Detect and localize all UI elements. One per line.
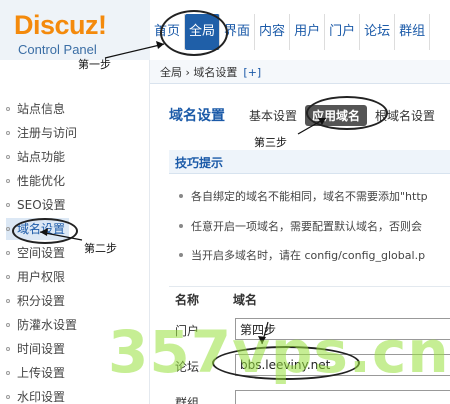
- column-name: 名称: [175, 293, 200, 307]
- bullet-icon: [6, 250, 10, 255]
- column-domain: 域名: [233, 293, 258, 307]
- sidebar-item-upload[interactable]: 上传设置: [6, 362, 65, 384]
- tip-item: 任意开启一项域名，需要配置默认域名，否则会: [179, 218, 422, 234]
- tip-item: 各自绑定的域名不能相同，域名不需要添加"http: [179, 188, 428, 204]
- sidebar-item-label: 注册与访问: [17, 126, 78, 140]
- sidebar-item-site-info[interactable]: 站点信息: [6, 98, 65, 120]
- bullet-icon: [6, 346, 10, 351]
- portal-domain-input[interactable]: [235, 318, 450, 340]
- bullet-icon: [6, 154, 10, 159]
- step2-label: 第二步: [84, 242, 117, 255]
- breadcrumb: 全局 › 域名设置 [+]: [160, 64, 261, 80]
- step3-label: 第三步: [254, 136, 287, 149]
- sidebar-item-label: 站点信息: [17, 102, 66, 116]
- bullet-icon: [6, 106, 10, 111]
- sidebar-item-label: SEO设置: [17, 198, 66, 212]
- logo-bang: !: [98, 10, 107, 40]
- domain-table-header: 名称 域名: [169, 286, 450, 307]
- nav-portal[interactable]: 门户: [325, 14, 361, 50]
- sidebar-item-time[interactable]: 时间设置: [6, 338, 65, 360]
- sidebar-item-watermark[interactable]: 水印设置: [6, 386, 65, 404]
- nav-content[interactable]: 内容: [255, 14, 291, 50]
- sidebar-item-label: 时间设置: [17, 342, 66, 356]
- breadcrumb-bar: 全局 › 域名设置 [+]: [150, 60, 450, 84]
- discuz-logo: Discuz!: [14, 10, 107, 41]
- sidebar-item-label: 上传设置: [17, 366, 66, 380]
- sidebar-item-site-features[interactable]: 站点功能: [6, 146, 65, 168]
- tips-header: 技巧提示: [169, 150, 450, 174]
- sidebar-item-seo[interactable]: SEO设置: [6, 194, 66, 216]
- sidebar-item-credits[interactable]: 积分设置: [6, 290, 65, 312]
- tab-basic[interactable]: 基本设置: [249, 107, 297, 124]
- logo-brand: Discuz: [14, 10, 99, 40]
- bullet-icon: [6, 322, 10, 327]
- sidebar-item-label: 性能优化: [17, 174, 66, 188]
- breadcrumb-add-shortcut[interactable]: [+]: [243, 66, 261, 79]
- step1-highlight-ellipse: [160, 10, 228, 56]
- nav-users[interactable]: 用户: [290, 14, 326, 50]
- tips-title: 技巧提示: [175, 156, 224, 170]
- sidebar-item-performance[interactable]: 性能优化: [6, 170, 65, 192]
- bullet-icon: [6, 394, 10, 399]
- logo-area: Discuz! Control Panel: [0, 0, 150, 60]
- sidebar-item-registration[interactable]: 注册与访问: [6, 122, 77, 144]
- bullet-icon: [6, 274, 10, 279]
- sidebar-item-label: 用户权限: [17, 270, 66, 284]
- step3-highlight-ellipse: [306, 96, 388, 130]
- group-domain-input[interactable]: [235, 390, 450, 404]
- sidebar-item-space[interactable]: 空间设置: [6, 242, 65, 264]
- tip-item: 当开启多域名时，请在 config/config_global.p: [179, 247, 425, 263]
- nav-group[interactable]: 群组: [395, 14, 431, 50]
- step1-label: 第一步: [78, 58, 111, 71]
- row-label-portal: 门户: [175, 324, 200, 338]
- step4-highlight-ellipse: [212, 346, 360, 380]
- row-label-group: 群组: [175, 396, 200, 404]
- breadcrumb-path: 全局 › 域名设置: [160, 66, 238, 79]
- bullet-icon: [6, 202, 10, 207]
- bullet-icon: [6, 178, 10, 183]
- step2-highlight-ellipse: [12, 218, 78, 244]
- sidebar-item-label: 积分设置: [17, 294, 66, 308]
- sidebar-item-anti-spam[interactable]: 防灌水设置: [6, 314, 77, 336]
- bullet-icon: [6, 298, 10, 303]
- row-label-forum: 论坛: [175, 360, 200, 374]
- nav-forum[interactable]: 论坛: [360, 14, 396, 50]
- sidebar-item-label: 空间设置: [17, 246, 66, 260]
- bullet-icon: [6, 370, 10, 375]
- bullet-icon: [6, 130, 10, 135]
- control-panel-label: Control Panel: [18, 42, 97, 57]
- page-title: 域名设置: [169, 108, 225, 124]
- sidebar-item-label: 防灌水设置: [17, 318, 78, 332]
- sidebar-item-label: 站点功能: [17, 150, 66, 164]
- sidebar-item-label: 水印设置: [17, 390, 66, 404]
- bullet-icon: [6, 226, 10, 231]
- sidebar-item-permissions[interactable]: 用户权限: [6, 266, 65, 288]
